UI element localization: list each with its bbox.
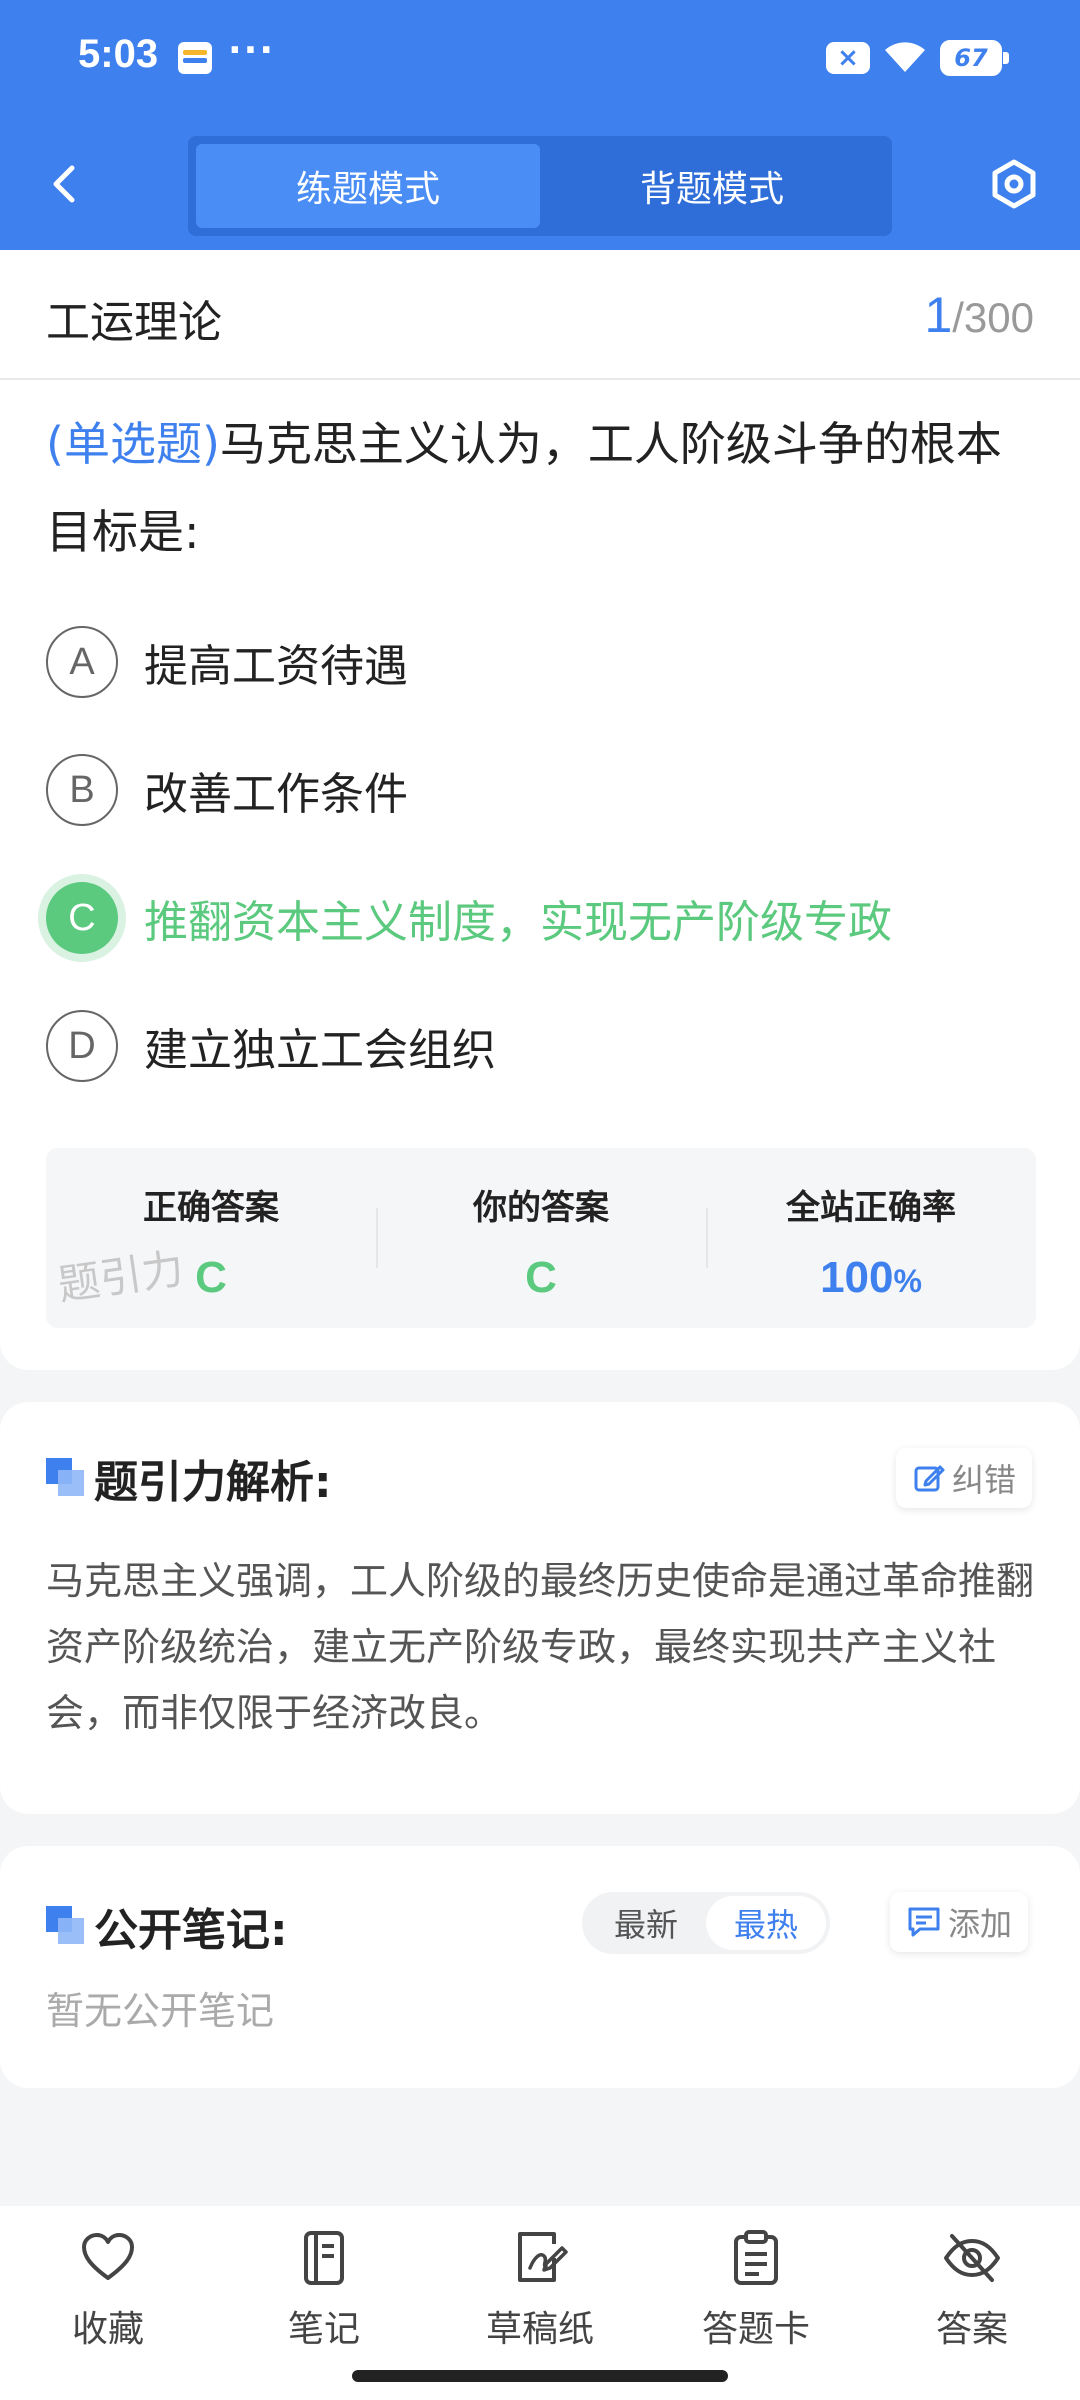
your-answer-label: 你的答案 xyxy=(473,1188,609,1228)
draft-icon xyxy=(518,2232,568,2282)
option-text: 建立独立工会组织 xyxy=(144,1025,496,1076)
notes-sort-toggle: 最新 最热 xyxy=(582,1892,830,1954)
header: 练题模式 背题模式 xyxy=(0,118,1080,250)
notebook-icon xyxy=(304,2231,344,2285)
wifi-icon xyxy=(885,42,925,72)
comment-icon xyxy=(908,1907,940,1937)
your-answer: 你的答案 C xyxy=(376,1148,706,1328)
notes-card: 公开笔记: 最新 最热 添加 暂无公开笔记 xyxy=(0,1846,1080,2088)
option-text: 提高工资待遇 xyxy=(144,641,408,692)
subject-row: 工运理论 1/300 xyxy=(0,250,1080,380)
section-square-icon xyxy=(46,1906,86,1946)
site-accuracy-value: 100% xyxy=(706,1253,1036,1303)
nav-answer[interactable]: 答案 xyxy=(864,2206,1080,2400)
question-type: (单选题) xyxy=(46,417,220,471)
question-text: (单选题)马克思主义认为，工人阶级斗争的根本目标是: xyxy=(46,400,1036,576)
more-notifications-icon: ··· xyxy=(228,30,276,71)
option-b[interactable]: B 改善工作条件 xyxy=(46,750,1036,830)
option-letter: D xyxy=(46,1010,118,1082)
option-text: 改善工作条件 xyxy=(144,769,408,820)
add-note-button[interactable]: 添加 xyxy=(890,1892,1029,1952)
option-letter: A xyxy=(46,626,118,698)
settings-icon[interactable] xyxy=(984,154,1044,214)
accuracy-number: 100 xyxy=(820,1253,894,1302)
status-bar: 5:03 ··· × 67 xyxy=(0,0,1080,118)
nav-answer-label: 答案 xyxy=(935,2309,1008,2350)
notes-title: 公开笔记: xyxy=(94,1905,288,1956)
site-accuracy-label: 全站正确率 xyxy=(786,1188,956,1228)
report-error-button[interactable]: 纠错 xyxy=(896,1448,1033,1508)
current-question-number: 1 xyxy=(924,287,953,343)
question-progress: 1/300 xyxy=(924,286,1034,344)
option-letter: C xyxy=(46,882,118,954)
nav-favorite[interactable]: 收藏 xyxy=(0,2206,216,2400)
battery-icon: 67 xyxy=(940,40,1009,76)
correct-answer-label: 正确答案 xyxy=(143,1188,279,1228)
option-a[interactable]: A 提高工资待遇 xyxy=(46,622,1036,702)
home-indicator[interactable] xyxy=(352,2370,728,2382)
subject-title: 工运理论 xyxy=(46,297,222,348)
status-time: 5:03 xyxy=(78,32,159,76)
question-card: 工运理论 1/300 (单选题)马克思主义认为，工人阶级斗争的根本目标是: A … xyxy=(0,250,1080,1370)
analysis-text: 马克思主义强调，工人阶级的最终历史使命是通过革命推翻资产阶级统治，建立无产阶级专… xyxy=(46,1559,1035,1735)
section-square-icon xyxy=(46,1458,86,1498)
sort-hottest[interactable]: 最热 xyxy=(706,1896,826,1950)
option-d[interactable]: D 建立独立工会组织 xyxy=(46,1006,1036,1086)
tab-practice-mode[interactable]: 练题模式 xyxy=(196,144,540,228)
analysis-title: 题引力解析: xyxy=(94,1457,332,1508)
option-c[interactable]: C 推翻资本主义制度，实现无产阶级专政 xyxy=(46,878,1036,958)
nav-notes-label: 笔记 xyxy=(287,2309,360,2350)
accuracy-unit: % xyxy=(893,1263,922,1299)
wallet-icon xyxy=(178,42,212,74)
nav-answer-card-label: 答题卡 xyxy=(701,2309,810,2350)
total-questions: /300 xyxy=(952,294,1034,341)
tab-memorize-mode[interactable]: 背题模式 xyxy=(540,144,884,228)
option-text: 推翻资本主义制度，实现无产阶级专政 xyxy=(144,897,892,948)
your-answer-value: C xyxy=(525,1253,557,1302)
nav-favorite-label: 收藏 xyxy=(71,2309,144,2350)
option-letter: B xyxy=(46,754,118,826)
answer-card-icon xyxy=(734,2230,778,2285)
no-sim-icon: × xyxy=(826,42,870,74)
heart-icon xyxy=(82,2233,134,2280)
add-note-label: 添加 xyxy=(948,1905,1013,1943)
empty-notes-text: 暂无公开笔记 xyxy=(46,1989,275,2033)
back-icon[interactable] xyxy=(36,154,96,214)
nav-draft-label: 草稿纸 xyxy=(485,2309,594,2350)
eye-off-icon xyxy=(944,2234,1000,2282)
report-error-label: 纠错 xyxy=(952,1461,1017,1499)
top-area: 5:03 ··· × 67 练题模式 背题模式 xyxy=(0,0,1080,250)
edit-icon xyxy=(914,1465,945,1492)
sort-newest[interactable]: 最新 xyxy=(586,1896,706,1950)
analysis-card: 题引力解析: 纠错 马克思主义强调，工人阶级的最终历史使命是通过革命推翻资产阶级… xyxy=(0,1402,1080,1814)
answer-summary: 正确答案 C 你的答案 C 全站正确率 100% xyxy=(46,1148,1036,1328)
mode-switch: 练题模式 背题模式 xyxy=(188,136,892,236)
site-accuracy: 全站正确率 100% xyxy=(706,1148,1036,1328)
